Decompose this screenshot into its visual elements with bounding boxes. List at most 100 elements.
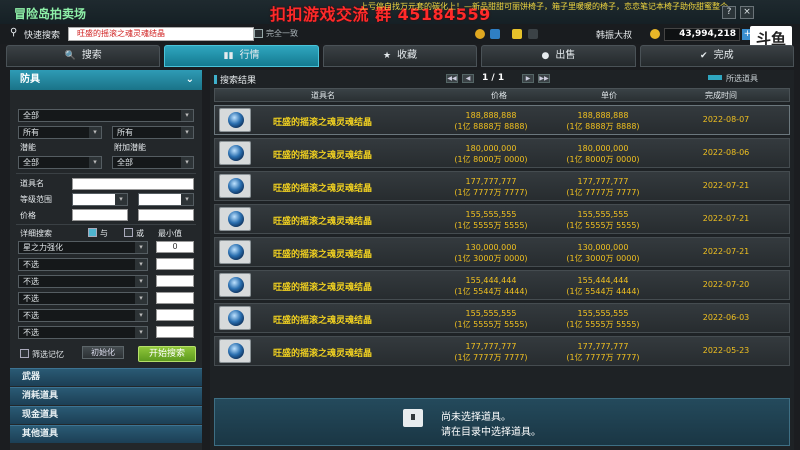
unit-price-value: 180,000,000 [577,144,629,153]
stat-select-2[interactable]: 不选 ▾ [18,258,148,271]
stat-min-input-6[interactable] [156,326,194,338]
quick-search-bar: ⚲ 快速搜索 旺盛的摇滚之魂灵魂结晶 完全一致 韩振大叔 43,994,218 … [0,24,800,44]
level-max-select[interactable]: ▾ [138,193,194,206]
select-value: 不选 [23,311,39,320]
job-select-2[interactable]: 所有 ▾ [112,126,194,139]
unit-price-cell: 155,444,444 (1亿 5544万 4444) [553,275,653,297]
item-name: 旺盛的摇滚之魂灵魂结晶 [273,283,373,293]
completed-date: 2022-07-20 [702,280,750,289]
tab-completed[interactable]: ✔ 完成 [639,45,795,67]
table-row[interactable]: 旺盛的摇滚之魂灵魂结晶 130,000,000 (1亿 3000万 0000) 1… [214,237,790,267]
select-value: 所有 [117,128,133,137]
table-row[interactable]: 旺盛的摇滚之魂灵魂结晶 177,777,777 (1亿 7777万 7777) 1… [214,336,790,366]
divider [16,224,196,225]
legend-swatch [708,75,722,80]
start-search-button[interactable]: 开始搜索 [138,346,196,362]
stat-select-5[interactable]: 不选 ▾ [18,309,148,322]
category-cash[interactable]: 现金道具 [10,406,202,424]
or-checkbox[interactable] [124,228,133,237]
prev-page-button[interactable]: ◀ [462,74,474,83]
table-row[interactable]: 旺盛的摇滚之魂灵魂结晶 188,888,888 (1亿 8888万 8888) 1… [214,105,790,135]
unit-price-cell: 188,888,888 (1亿 8888万 8888) [553,110,653,132]
chevron-down-icon: ⌄ [185,74,194,85]
price-min-input[interactable] [72,209,128,221]
column-item-name[interactable]: 道具名 [311,90,335,101]
table-row[interactable]: 旺盛的摇滚之魂灵魂结晶 155,555,555 (1亿 5555万 5555) 1… [214,303,790,333]
meso-balance: 43,994,218 [664,28,740,41]
potential-select[interactable]: 全部 ▾ [18,156,102,169]
results-header: 搜索结果 ◀◀ ◀ 1 / 1 ▶ ▶▶ 所选道具 [210,70,794,86]
stat-select-4[interactable]: 不选 ▾ [18,292,148,305]
check-icon: ✔ [700,51,708,61]
star-icon: ★ [382,51,392,61]
chevron-down-icon: ▾ [181,194,193,205]
table-row[interactable]: 旺盛的摇滚之魂灵魂结晶 177,777,777 (1亿 7777万 7777) 1… [214,171,790,201]
stat-select-1[interactable]: 星之力强化 ▾ [18,241,148,254]
soul-crystal-icon [219,306,251,330]
category-etc[interactable]: 其他道具 [10,425,202,443]
price-value: 155,555,555 [465,210,517,219]
column-unit-price[interactable]: 单价 [601,90,617,101]
column-price[interactable]: 价格 [491,90,507,101]
price-value: 155,555,555 [465,309,517,318]
last-page-button[interactable]: ▶▶ [538,74,550,83]
chevron-down-icon: ▾ [89,157,101,168]
user-name: 韩振大叔 [596,31,633,41]
price-cell: 180,000,000 (1亿 8000万 0000) [441,143,541,165]
tab-favorites[interactable]: ★ 收藏 [322,45,478,67]
category-consumable[interactable]: 消耗道具 [10,387,202,405]
page-indicator: 1 / 1 [482,73,505,83]
column-completed-time[interactable]: 完成时间 [705,90,737,101]
select-value: 全部 [23,111,39,120]
filter-memory-checkbox[interactable] [20,349,29,358]
next-page-button[interactable]: ▶ [522,74,534,83]
and-label: 与 [100,229,108,238]
bonus-potential-select[interactable]: 全部 ▾ [112,156,194,169]
item-name: 旺盛的摇滚之魂灵魂结晶 [273,316,373,326]
reset-button[interactable]: 初始化 [82,346,124,359]
empty-message-line1: 尚未选择道具。 [441,412,511,423]
soul-crystal-icon [219,207,251,231]
tab-market[interactable]: ▮▮ 行情 [164,45,319,67]
exact-match-checkbox[interactable] [254,29,263,38]
soul-crystal-icon [219,141,251,165]
stat-select-6[interactable]: 不选 ▾ [18,326,148,339]
tab-search[interactable]: 🔍 搜索 [6,45,161,67]
tab-label: 收藏 [397,50,418,61]
results-title: 搜索结果 [214,73,256,86]
unit-price-cell: 177,777,777 (1亿 7777万 7777) [553,341,653,363]
item-name-input[interactable] [72,178,194,190]
table-row[interactable]: 旺盛的摇滚之魂灵魂结晶 155,444,444 (1亿 5544万 4444) 1… [214,270,790,300]
select-value: 不选 [23,260,39,269]
and-checkbox[interactable] [88,228,97,237]
stat-min-input-4[interactable] [156,292,194,304]
completed-date: 2022-08-07 [702,115,750,124]
quick-search-input[interactable]: 旺盛的摇滚之魂灵魂结晶 [68,27,254,41]
chevron-down-icon: ▾ [135,310,147,321]
stat-min-input-5[interactable] [156,309,194,321]
category-weapon[interactable]: 武器 [10,368,202,386]
job-select-1[interactable]: 所有 ▾ [18,126,102,139]
table-row[interactable]: 旺盛的摇滚之魂灵魂结晶 180,000,000 (1亿 8000万 0000) 1… [214,138,790,168]
tab-sell[interactable]: ● 出售 [481,45,636,67]
price-cell: 155,555,555 (1亿 5555万 5555) [441,209,541,231]
first-page-button[interactable]: ◀◀ [446,74,458,83]
completed-date: 2022-07-21 [702,214,750,223]
table-row[interactable]: 旺盛的摇滚之魂灵魂结晶 155,555,555 (1亿 5555万 5555) 1… [214,204,790,234]
close-button[interactable]: × [740,6,754,19]
subcategory-select[interactable]: 全部 ▾ [18,109,194,122]
item-name: 旺盛的摇滚之魂灵魂结晶 [273,151,373,161]
level-min-select[interactable]: ▾ [72,193,128,206]
bar-chart-icon: ▮▮ [223,51,234,61]
stat-min-input-2[interactable] [156,258,194,270]
point-box-icon [528,29,538,39]
help-button[interactable]: ? [722,6,736,19]
soul-crystal-icon [219,240,251,264]
select-value: 不选 [23,294,39,303]
price-max-input[interactable] [138,209,194,221]
stat-min-input-1[interactable]: 0 [156,241,194,253]
stat-select-3[interactable]: 不选 ▾ [18,275,148,288]
category-dropdown[interactable]: 防具 ⌄ [10,70,202,90]
currency-dropdown-icon[interactable] [490,29,500,39]
stat-min-input-3[interactable] [156,275,194,287]
